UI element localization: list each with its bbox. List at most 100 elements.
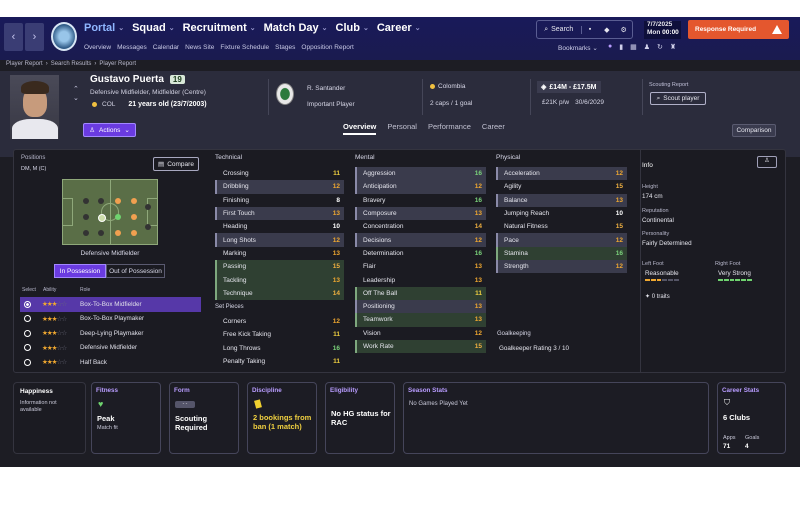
role-radio[interactable] (24, 300, 31, 308)
attribute-row[interactable]: Composure 13 (355, 206, 486, 221)
inbox-icon[interactable]: ▪ (582, 26, 599, 33)
attribute-row[interactable]: Positioning 13 (355, 299, 486, 314)
submenu-opposition-report[interactable]: Opposition Report (301, 44, 353, 51)
attribute-row[interactable]: Anticipation 12 (355, 180, 486, 194)
attribute-row[interactable]: Leadership 13 (355, 273, 486, 286)
role-radio[interactable] (24, 329, 31, 337)
club-badge-icon[interactable] (276, 83, 294, 105)
attribute-row[interactable]: Long Throws 16 (215, 342, 344, 355)
gear-icon[interactable]: ⚙ (615, 26, 632, 34)
role-radio[interactable] (24, 315, 31, 323)
attribute-row[interactable]: Natural Fitness 15 (496, 220, 627, 233)
menu-match-day[interactable]: Match Day ⌄ (264, 22, 328, 34)
attribute-row[interactable]: Concentration 14 (355, 220, 486, 233)
forward-button[interactable]: › (25, 23, 44, 51)
breadcrumb-item[interactable]: Search Results (51, 61, 92, 67)
attribute-row[interactable]: Technique 14 (215, 286, 344, 300)
attribute-row[interactable]: Determination 16 (355, 247, 486, 260)
submenu-news-site[interactable]: News Site (185, 44, 214, 51)
discipline-card[interactable]: Discipline 2 bookings from ban (1 match) (247, 382, 317, 454)
attribute-row[interactable]: Penalty Taking 11 (215, 355, 344, 368)
shirt-icon[interactable]: ▮ (619, 43, 623, 51)
attribute-row[interactable]: Pace 12 (496, 233, 627, 247)
fitness-card[interactable]: Fitness ♥ Peak Match fit (91, 382, 161, 454)
club-crest-icon[interactable] (51, 22, 77, 51)
attribute-row[interactable]: Dribbling 12 (215, 180, 344, 194)
menu-squad[interactable]: Squad ⌄ (132, 22, 175, 34)
breadcrumb-item[interactable]: Player Report (6, 61, 43, 67)
attribute-row[interactable]: Balance 13 (496, 193, 627, 207)
back-button[interactable]: ‹ (4, 23, 23, 51)
role-row[interactable]: ★★★☆☆ Half Back (20, 355, 201, 370)
submenu-stages[interactable]: Stages (275, 44, 295, 51)
menu-recruitment[interactable]: Recruitment ⌄ (183, 22, 256, 34)
menu-club[interactable]: Club ⌄ (336, 22, 369, 34)
position-dot[interactable] (98, 198, 104, 204)
position-dot[interactable] (131, 198, 137, 204)
position-dot[interactable] (115, 214, 121, 220)
submenu-messages[interactable]: Messages (117, 44, 147, 51)
continue-button[interactable]: Response Required (688, 20, 789, 39)
career-stats-card[interactable]: Career Stats ⛉ 6 Clubs Apps Goals 71 4 (717, 382, 786, 454)
shield-icon[interactable]: ◆ (598, 26, 615, 34)
menu-career[interactable]: Career ⌄ (377, 22, 421, 34)
attribute-row[interactable]: Passing 15 (215, 260, 344, 274)
attribute-row[interactable]: Corners 12 (215, 315, 344, 328)
position-dot[interactable] (115, 230, 121, 236)
attribute-row[interactable]: Agility 15 (496, 180, 627, 193)
attribute-row[interactable]: Vision 12 (355, 327, 486, 340)
comparison-button[interactable]: Comparison (732, 124, 776, 137)
attribute-row[interactable]: Decisions 12 (355, 233, 486, 247)
trophy-icon[interactable]: ♜ (670, 43, 676, 51)
refresh-icon[interactable]: ↻ (657, 43, 663, 51)
eligibility-card[interactable]: Eligibility No HG status for RAC (325, 382, 395, 454)
attribute-row[interactable]: Long Shots 12 (215, 233, 344, 247)
compare-button[interactable]: ▤ Compare (153, 157, 199, 171)
position-pitch[interactable] (62, 179, 158, 245)
traits-link[interactable]: ✦ 0 traits (645, 293, 670, 300)
attribute-row[interactable]: Acceleration 12 (496, 167, 627, 181)
attribute-row[interactable]: Free Kick Taking 11 (215, 328, 344, 341)
bookmarks-dropdown[interactable]: Bookmarks ⌄ (558, 44, 598, 52)
position-dot[interactable] (98, 230, 104, 236)
submenu-overview[interactable]: Overview (84, 44, 111, 51)
menu-portal[interactable]: Portal ⌄ (84, 22, 124, 34)
scout-player-button[interactable]: ⌕ Scout player (650, 92, 706, 105)
position-dot[interactable] (115, 198, 121, 204)
attribute-row[interactable]: Bravery 16 (355, 194, 486, 207)
position-dot[interactable] (131, 214, 137, 220)
chat-icon[interactable]: ● (608, 43, 612, 51)
report-icon[interactable]: ▦ (630, 43, 637, 51)
submenu-fixture-schedule[interactable]: Fixture Schedule (220, 44, 269, 51)
attribute-row[interactable]: Jumping Reach 10 (496, 207, 627, 220)
attribute-row[interactable]: Work Rate 15 (355, 339, 486, 354)
form-card[interactable]: Form - - Scouting Required (169, 382, 239, 454)
attribute-row[interactable]: Teamwork 13 (355, 313, 486, 327)
out-of-possession-tab[interactable]: Out of Possession (106, 264, 165, 278)
position-dot[interactable] (83, 230, 89, 236)
attribute-row[interactable]: Heading 10 (215, 220, 344, 233)
nation[interactable]: Colombia (430, 83, 465, 90)
position-dot[interactable] (83, 214, 89, 220)
role-row[interactable]: ★★★☆☆ Deep-Lying Playmaker (20, 326, 201, 341)
actions-button[interactable]: ♙ Actions ⌄ (83, 123, 136, 137)
role-row[interactable]: ★★★☆☆ Defensive Midfielder (20, 341, 201, 356)
attribute-row[interactable]: Off The Ball 11 (355, 286, 486, 300)
tab-personal[interactable]: Personal (387, 122, 417, 135)
breadcrumb-item[interactable]: Player Report (99, 61, 136, 67)
attribute-row[interactable]: Strength 12 (496, 260, 627, 274)
tab-performance[interactable]: Performance (428, 122, 471, 135)
attribute-row[interactable]: Tackling 13 (215, 273, 344, 287)
attribute-row[interactable]: Marking 13 (215, 247, 344, 260)
position-dot[interactable] (131, 230, 137, 236)
club-name[interactable]: R. Santander (307, 85, 345, 92)
tab-overview[interactable]: Overview (343, 122, 377, 135)
position-dot[interactable] (145, 204, 151, 210)
attribute-row[interactable]: First Touch 13 (215, 206, 344, 221)
attribute-row[interactable]: Flair 13 (355, 260, 486, 273)
people-icon[interactable]: ♟ (644, 43, 650, 51)
attribute-row[interactable]: Crossing 11 (215, 167, 344, 180)
player-cycle-arrows[interactable]: ⌃ ⌄ (73, 85, 79, 103)
person-info-button[interactable]: ♙ (757, 156, 777, 168)
search-button[interactable]: ⌕ Search (537, 25, 582, 34)
